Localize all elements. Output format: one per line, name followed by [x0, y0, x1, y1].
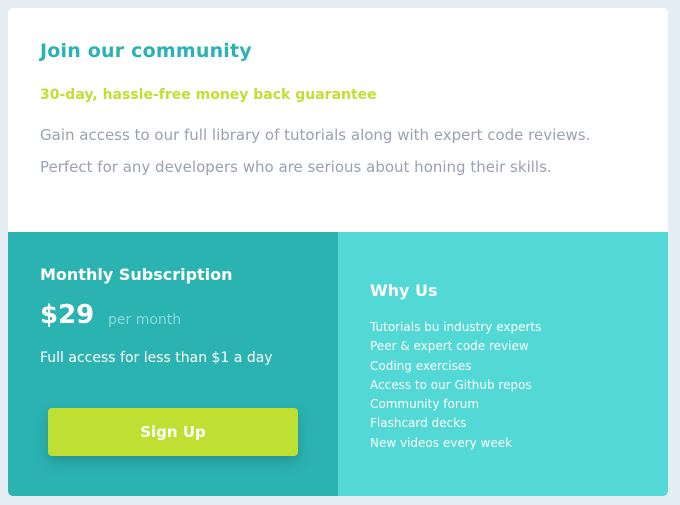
why-us-item: New videos every week — [370, 435, 513, 450]
guarantee-text: 30-day, hassle-free money back guarantee — [40, 87, 377, 103]
subscription-title: Monthly Subscription — [40, 265, 233, 284]
subscription-panel: Monthly Subscription $29 per month Full … — [8, 232, 338, 496]
price-period: per month — [108, 312, 182, 328]
why-us-item: Community forum — [370, 397, 480, 412]
why-us-item: Flashcard decks — [370, 416, 467, 431]
why-us-title: Why Us — [370, 281, 438, 300]
why-us-item: Coding exercises — [370, 358, 472, 373]
pricing-card: Join our community 30-day, hassle-free m… — [8, 8, 668, 496]
why-us-item: Peer & expert code review — [370, 339, 529, 354]
why-us-list: Tutorials bu industry experts Peer & exp… — [370, 318, 541, 453]
subscription-tagline: Full access for less than $1 a day — [40, 350, 273, 366]
community-section: Join our community 30-day, hassle-free m… — [8, 8, 668, 232]
community-title: Join our community — [40, 40, 252, 62]
why-us-item: Tutorials bu industry experts — [370, 320, 542, 334]
price-amount: $29 — [40, 300, 95, 330]
description-line-2: Perfect for any developers who are serio… — [40, 158, 552, 176]
sign-up-button[interactable]: Sign Up — [48, 408, 298, 456]
why-us-panel: Why Us Tutorials bu industry experts Pee… — [338, 232, 668, 496]
why-us-item: Access to our Github repos — [370, 377, 532, 392]
description-line-1: Gain access to our full library of tutor… — [40, 126, 591, 144]
